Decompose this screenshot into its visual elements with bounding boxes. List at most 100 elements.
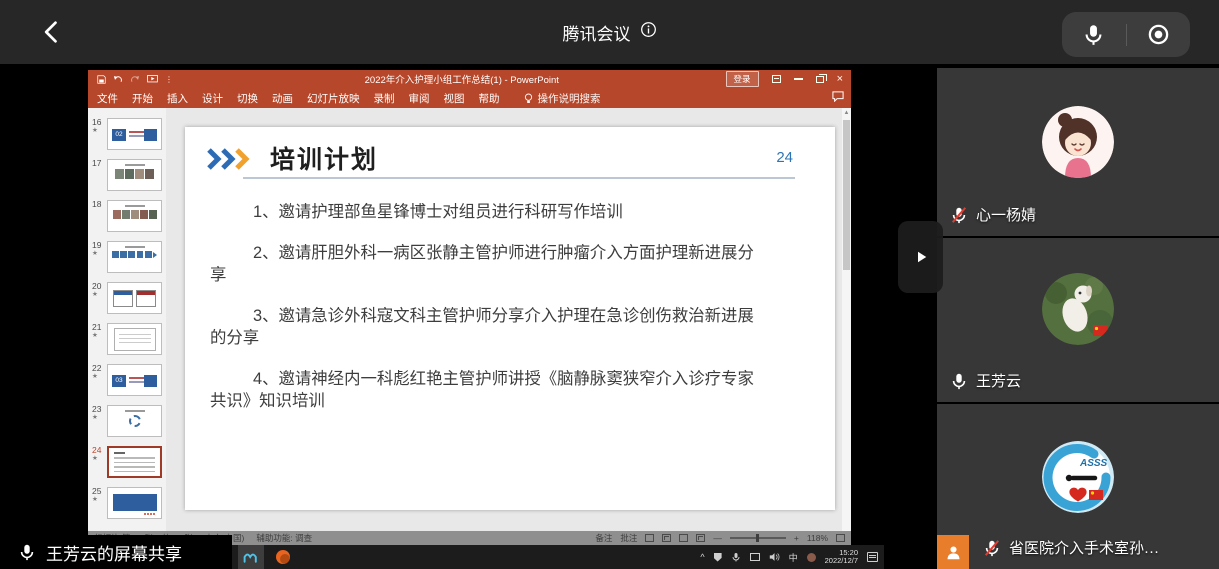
slide-thumbnail-17[interactable] xyxy=(107,159,162,191)
action-center-icon[interactable] xyxy=(867,552,878,562)
zoom-slider[interactable] xyxy=(730,537,786,539)
participant-tile-2[interactable]: 王芳云 xyxy=(937,238,1219,402)
ribbon-tab-设计[interactable]: 设计 xyxy=(202,91,223,106)
slide-number: 21 xyxy=(92,323,107,332)
participant-name: 省医院介入手术室孙… xyxy=(1009,537,1159,558)
start-slideshow-icon[interactable] xyxy=(147,75,158,84)
input-method-indicator[interactable]: 中 xyxy=(789,551,798,564)
notes-button[interactable]: 备注 xyxy=(595,532,612,544)
slide-thumbnail-25[interactable] xyxy=(107,487,162,519)
ribbon-tab-切换[interactable]: 切换 xyxy=(237,91,258,106)
slide-scrollbar[interactable]: ▲ xyxy=(842,108,851,531)
ribbon-tab-帮助[interactable]: 帮助 xyxy=(479,91,500,106)
login-button[interactable]: 登录 xyxy=(726,71,759,87)
mic-button[interactable] xyxy=(1062,23,1126,46)
scroll-up-arrow[interactable]: ▲ xyxy=(842,108,851,118)
slide-number: 20 xyxy=(92,282,107,291)
participant-tile-3[interactable]: ASSS 省医院介入手术室孙… xyxy=(937,404,1219,569)
lightbulb-icon xyxy=(524,93,533,104)
accessibility-status[interactable]: 辅助功能: 调查 xyxy=(256,532,312,544)
share-banner-text: 王芳云的屏幕共享 xyxy=(46,540,182,565)
slide-bullet-1[interactable]: 1、邀请护理部鱼星锋博士对组员进行科研写作培训 xyxy=(210,201,762,223)
taskbar-tencent-meeting[interactable] xyxy=(238,545,264,569)
redo-icon[interactable] xyxy=(130,75,140,84)
slide-thumbnail-22[interactable]: 03 xyxy=(107,364,162,396)
thumbnail-meta: 20 ★ xyxy=(90,282,107,314)
volume-icon[interactable] xyxy=(769,552,780,562)
ribbon-tab-开始[interactable]: 开始 xyxy=(132,91,153,106)
thumbnail-meta: 17 xyxy=(90,159,107,191)
slide-thumbnail-16[interactable]: 02 xyxy=(107,118,162,150)
ribbon-tab-插入[interactable]: 插入 xyxy=(167,91,188,106)
thumbnail-meta: 21 ★ xyxy=(90,323,107,355)
tray-expand-icon[interactable]: ^ xyxy=(700,552,704,562)
undo-icon[interactable] xyxy=(113,75,123,84)
slide-thumbnail-panel: 16 ★ 02 17 18 19 ★ 20 ★ 21 ★ 22 ★ xyxy=(88,108,166,531)
qat-more-icon[interactable]: ⋮ xyxy=(165,75,173,84)
slide-number: 19 xyxy=(92,241,107,250)
slide-bullet-4[interactable]: 4、邀请神经内一科彪红艳主管护师讲授《脑静脉窦狭窄介入诊疗专家共识》知识培训 xyxy=(210,368,762,412)
ribbon-tab-幻灯片放映[interactable]: 幻灯片放映 xyxy=(307,91,360,106)
slide-sorter-view-icon[interactable] xyxy=(662,534,671,542)
slide-thumbnail-19[interactable] xyxy=(107,241,162,273)
ribbon-tab-审阅[interactable]: 审阅 xyxy=(409,91,430,106)
ribbon-tab-动画[interactable]: 动画 xyxy=(272,91,293,106)
animation-star-icon: ★ xyxy=(92,332,107,340)
ppt-window-title: 2022年介入护理小组工作总结(1) - PowerPoint xyxy=(198,72,726,86)
slide-thumbnail-18[interactable] xyxy=(107,200,162,232)
slideshow-view-icon[interactable] xyxy=(696,534,705,542)
fit-to-window-icon[interactable] xyxy=(836,534,845,542)
window-controls: 登录 × xyxy=(726,71,851,87)
ribbon-tab-文件[interactable]: 文件 xyxy=(97,91,118,106)
zoom-in-button[interactable]: + xyxy=(794,533,799,543)
tell-me-search[interactable]: 操作说明搜索 xyxy=(524,91,601,106)
muted-mic-icon xyxy=(950,206,968,224)
slide-canvas[interactable]: 培训计划 24 1、邀请护理部鱼星锋博士对组员进行科研写作培训2、邀请肝胆外科一… xyxy=(185,127,835,510)
ribbon-tab-视图[interactable]: 视图 xyxy=(444,91,465,106)
thumbnail-row-18: 18 xyxy=(90,200,166,232)
slide-thumbnail-20[interactable] xyxy=(107,282,162,314)
normal-view-icon[interactable] xyxy=(645,534,654,542)
info-icon[interactable] xyxy=(640,21,657,43)
reading-view-icon[interactable] xyxy=(679,534,688,542)
thumbnail-row-24: 24 ★ xyxy=(90,446,166,478)
thumbnail-row-22: 22 ★ 03 xyxy=(90,364,166,396)
thumbnail-meta: 18 xyxy=(90,200,107,232)
slide-thumbnail-24[interactable] xyxy=(107,446,162,478)
clock-date: 2022/12/7 xyxy=(825,556,858,565)
tray-mic-icon[interactable] xyxy=(731,552,741,562)
ribbon-tab-录制[interactable]: 录制 xyxy=(374,91,395,106)
restore-icon[interactable] xyxy=(816,76,824,83)
comments-button[interactable]: 批注 xyxy=(620,532,637,544)
close-icon[interactable]: × xyxy=(837,74,843,84)
participant-tile-1[interactable]: 心一杨婧 xyxy=(937,68,1219,236)
ribbon-display-options-icon[interactable] xyxy=(772,75,781,83)
thumbnail-meta: 22 ★ xyxy=(90,364,107,396)
animation-star-icon: ★ xyxy=(92,496,107,504)
shield-icon[interactable] xyxy=(714,553,722,562)
save-icon[interactable] xyxy=(97,75,106,84)
share-banner: 王芳云的屏幕共享 xyxy=(0,535,232,569)
expand-participants-button[interactable] xyxy=(898,221,943,293)
tray-app-icon[interactable] xyxy=(807,553,816,562)
taskbar-clock[interactable]: 15:20 2022/12/7 xyxy=(825,549,858,565)
avatar xyxy=(1042,106,1114,178)
taskbar-app-4[interactable] xyxy=(270,545,296,569)
display-icon[interactable] xyxy=(750,553,760,561)
thumbnail-meta: 24 ★ xyxy=(90,446,107,478)
slide-bullet-3[interactable]: 3、邀请急诊外科寇文科主管护师分享介入护理在急诊创伤救治新进展的分享 xyxy=(210,305,762,349)
zoom-level[interactable]: 118% xyxy=(807,533,828,543)
zoom-out-button[interactable]: — xyxy=(713,533,722,543)
record-button[interactable] xyxy=(1127,23,1191,46)
slide-bullet-2[interactable]: 2、邀请肝胆外科一病区张静主管护师进行肿瘤介入方面护理新进展分享 xyxy=(210,242,762,286)
animation-star-icon: ★ xyxy=(92,414,107,422)
scrollbar-thumb[interactable] xyxy=(843,120,850,270)
slide-title: 培训计划 xyxy=(270,140,378,176)
minimize-icon[interactable] xyxy=(794,78,803,80)
zoom-slider-thumb[interactable] xyxy=(756,534,759,542)
comments-bubble-icon[interactable] xyxy=(832,91,844,105)
powerpoint-window: ⋮ 2022年介入护理小组工作总结(1) - PowerPoint 登录 × 文… xyxy=(88,70,851,545)
slide-thumbnail-23[interactable] xyxy=(107,405,162,437)
muted-mic-icon xyxy=(983,539,1001,557)
slide-thumbnail-21[interactable] xyxy=(107,323,162,355)
